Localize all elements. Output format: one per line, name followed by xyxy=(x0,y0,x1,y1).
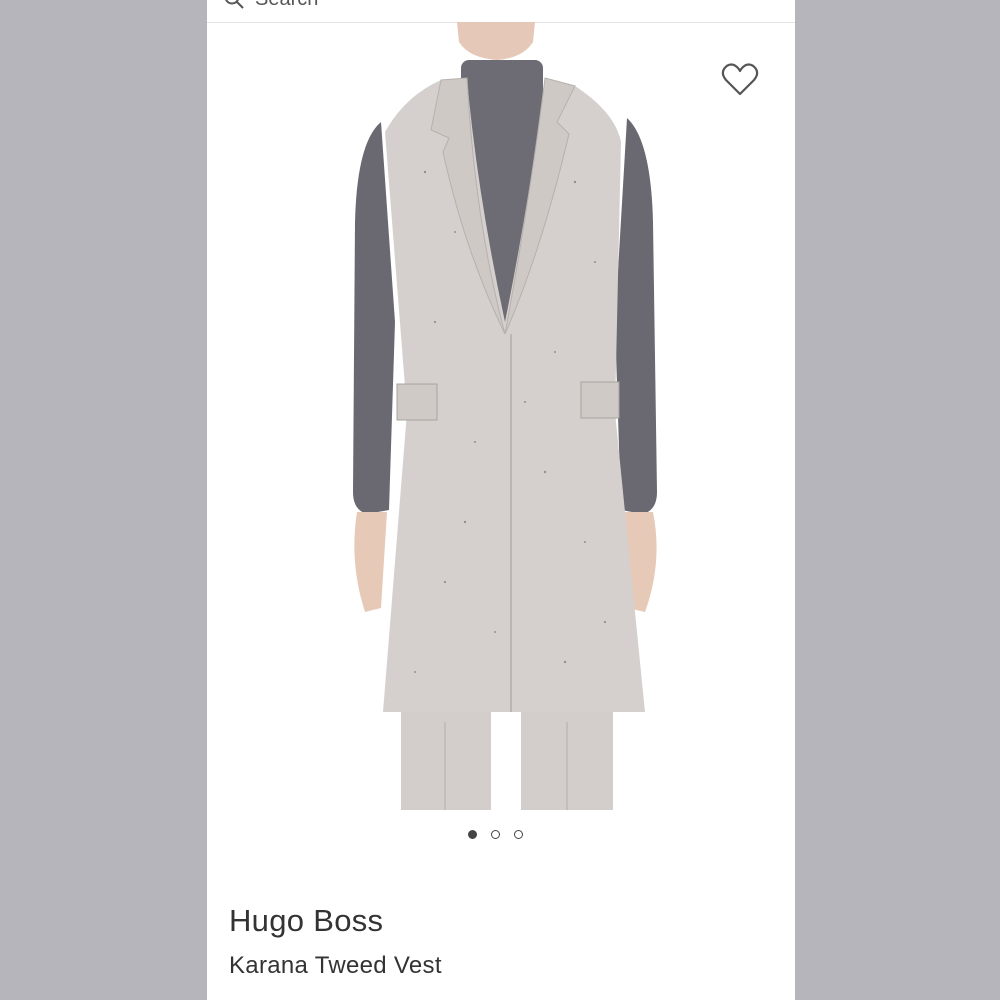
gallery-dot-1[interactable] xyxy=(467,830,477,839)
product-screen: Search xyxy=(207,0,795,1000)
gallery-dot-3[interactable] xyxy=(513,830,523,839)
search-bar[interactable]: Search xyxy=(207,0,795,23)
search-placeholder[interactable]: Search xyxy=(255,0,318,10)
gallery-dot-2[interactable] xyxy=(490,830,500,839)
search-icon xyxy=(225,0,244,9)
heart-icon[interactable] xyxy=(721,62,759,98)
gallery-pagination xyxy=(207,830,789,846)
product-image[interactable] xyxy=(345,22,665,810)
product-name: Karana Tweed Vest xyxy=(229,952,442,979)
product-brand: Hugo Boss xyxy=(229,903,384,938)
